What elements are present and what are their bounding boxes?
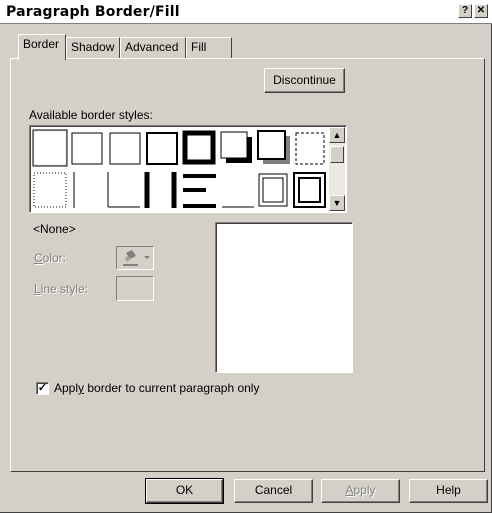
style-single-thin[interactable] [71,132,103,165]
style-shadow[interactable] [220,131,252,163]
style-left-bottom[interactable] [107,172,140,208]
paragraph-border-fill-dialog: Paragraph Border/Fill ? ✕ Border Shadow … [0,0,492,513]
tab-fill-label: Fill [191,40,207,54]
style-single-medium[interactable] [146,132,178,165]
discontinue-label: Discontinue [273,73,336,87]
scroll-down-button[interactable]: ▼ [329,195,345,211]
style-thick-bars[interactable] [171,172,216,208]
help-button[interactable]: Help [409,479,488,503]
line-style-label: Line style: [34,282,89,296]
style-double[interactable] [258,173,288,207]
cancel-label: Cancel [254,483,293,497]
style-single-thin-2[interactable] [109,132,141,165]
tab-fill[interactable]: Fill [186,37,232,59]
apply-current-paragraph-label[interactable]: Apply border to current paragraph only [54,381,259,395]
cancel-button[interactable]: Cancel [234,479,313,503]
style-thick-double[interactable] [293,172,326,208]
line-style-button[interactable] [116,276,154,301]
ok-label: OK [175,483,194,497]
tab-shadow-label: Shadow [71,40,115,54]
border-styles-list[interactable] [29,125,347,213]
apply-current-paragraph-checkbox[interactable]: ✓ [36,382,49,395]
border-preview [215,222,353,373]
help-label: Help [436,483,461,497]
paint-bucket-icon [123,250,150,266]
apply-button[interactable]: Apply [321,479,400,503]
discontinue-button[interactable]: Discontinue [264,68,345,93]
dialog-title: Paragraph Border/Fill [6,4,180,20]
tab-advanced-label: Advanced [125,40,179,54]
tab-border-label: Border [23,37,60,51]
chevron-down-icon: ▼ [332,198,342,208]
scroll-thumb[interactable] [330,146,344,163]
border-styles-grid [32,129,326,208]
tab-border[interactable]: Border [18,34,66,60]
tab-shadow[interactable]: Shadow [66,37,120,59]
selected-style-name: <None> [33,222,76,236]
tab-advanced[interactable]: Advanced [120,37,186,59]
available-styles-label: Available border styles: [29,108,153,122]
chevron-up-icon: ▲ [332,130,342,140]
apply-label: Apply [345,483,376,497]
color-picker-button[interactable] [116,246,154,270]
style-dotted[interactable] [33,172,67,208]
styles-scrollbar[interactable]: ▲ ▼ [329,127,345,211]
help-icon[interactable]: ? [458,4,472,18]
style-thick[interactable] [182,130,216,165]
style-none[interactable] [32,129,68,167]
style-shadow-gray[interactable] [257,130,290,164]
title-bar: Paragraph Border/Fill ? ✕ [0,0,492,24]
scroll-up-button[interactable]: ▲ [329,127,345,143]
style-dashed[interactable] [295,132,325,165]
ok-button[interactable]: OK [145,478,224,504]
dropdown-arrow-icon [144,256,150,259]
close-icon[interactable]: ✕ [474,4,488,18]
color-label: Color: [34,251,67,265]
